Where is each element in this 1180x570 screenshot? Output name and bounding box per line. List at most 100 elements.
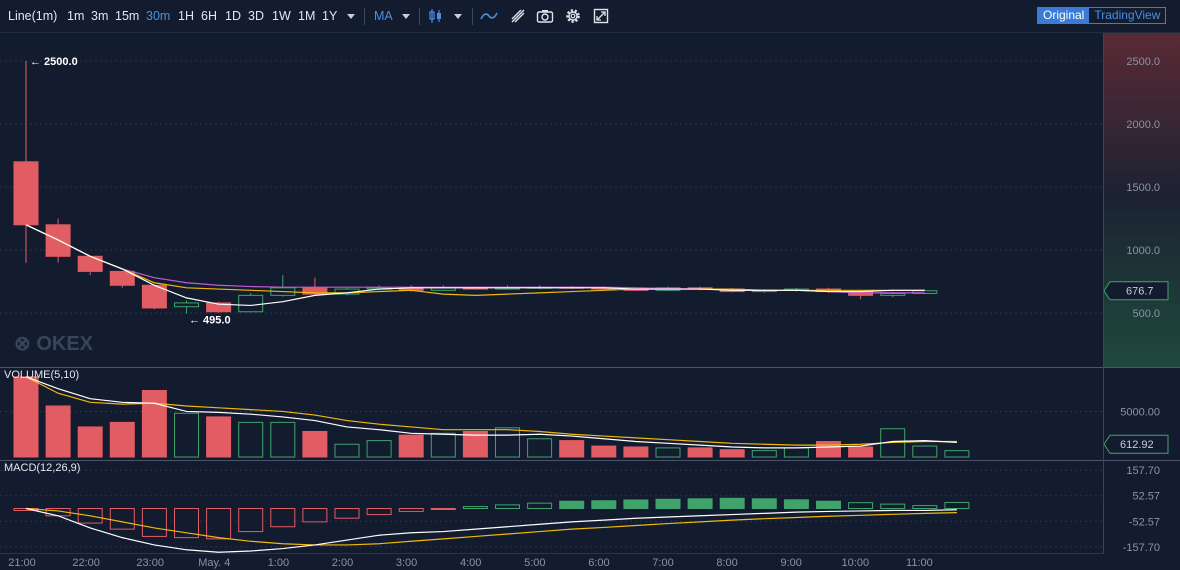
time-tick-label: 2:00 (332, 557, 353, 569)
volume-bar (430, 432, 456, 458)
volume-bar (77, 426, 103, 458)
view-tradingview-button[interactable]: TradingView (1089, 8, 1165, 23)
volume-bar (591, 445, 617, 458)
macd-hist-bar (559, 500, 585, 510)
price-high-label: ← 2500.0 (30, 56, 78, 68)
interval-1month[interactable]: 1M (298, 9, 315, 23)
price-ma-purple-line (25, 224, 925, 294)
macd-hist-bar (687, 498, 713, 509)
volume-bar (751, 450, 777, 458)
volume-bar (141, 389, 167, 458)
price-chart[interactable]: ⊗ OKEX ← 2500.0 ← 495.0 2500.0 2000.0 1500.… (0, 33, 1180, 570)
candle-body (77, 255, 103, 272)
macd-hist-bar (719, 497, 745, 509)
okex-watermark: ⊗ OKEX (14, 333, 94, 355)
time-tick-label: 8:00 (716, 557, 737, 569)
candle-body (238, 294, 264, 313)
macd-hist-bar (816, 500, 841, 510)
volume-bar (495, 427, 520, 458)
camera-icon[interactable] (535, 6, 555, 26)
candle-body (880, 292, 906, 296)
toolbar-divider (364, 8, 365, 25)
macd-hist-bar (783, 499, 809, 509)
macd-hist-bar (880, 503, 906, 509)
indicator-line-icon[interactable] (479, 6, 499, 26)
candle (13, 61, 39, 263)
time-tick-label: 22:00 (72, 557, 100, 569)
interval-30m[interactable]: 30m (146, 9, 170, 23)
interval-15m[interactable]: 15m (115, 9, 139, 23)
view-original-button[interactable]: Original (1038, 8, 1090, 23)
macd-hist-bar (238, 508, 264, 533)
macd-hist-bar (366, 508, 392, 516)
volume-bar (848, 446, 874, 458)
more-intervals-chevron-down-icon[interactable] (347, 14, 355, 19)
candle (206, 301, 232, 313)
volume-pane (13, 376, 970, 458)
macd-hist-bar (462, 506, 488, 509)
interval-3m[interactable]: 3m (91, 9, 108, 23)
chart-toolbar: Line(1m) 1m 3m 15m 30m 1H 6H 1D 3D 1W 1M… (0, 0, 1180, 33)
interval-3d[interactable]: 3D (248, 9, 264, 23)
volume-bar (13, 376, 39, 458)
candle-body (174, 302, 199, 308)
last-volume-label: 612.92 (1120, 439, 1154, 451)
interval-1h[interactable]: 1H (178, 9, 194, 23)
price-tick-label: 2000.0 (1126, 119, 1160, 131)
indicator-ma[interactable]: MA (374, 9, 393, 23)
volume-bar (783, 447, 809, 458)
macd-hist-bar (751, 498, 777, 509)
candles-icon[interactable] (426, 6, 446, 26)
macd-hist-bar (141, 508, 167, 537)
volume-bar (655, 447, 681, 458)
macd-tick-label: 157.70 (1126, 465, 1160, 477)
price-tick-label: 500.0 (1132, 308, 1160, 320)
volume-bar (302, 430, 328, 458)
chart-style-chevron-down-icon[interactable] (454, 14, 462, 19)
macd-indicator-label: MACD(12,26,9) (4, 462, 80, 474)
macd-hist-bar (495, 504, 520, 510)
macd-hist-bar (270, 508, 296, 528)
time-tick-label: 21:00 (8, 557, 36, 569)
indicator-chevron-down-icon[interactable] (402, 14, 410, 19)
volume-bar (527, 438, 553, 458)
macd-hist-bar (912, 505, 938, 510)
interval-1m[interactable]: 1m (67, 9, 84, 23)
time-tick-label: 23:00 (136, 557, 164, 569)
last-price-label: 676.7 (1126, 286, 1154, 298)
time-tick-label: 3:00 (396, 557, 417, 569)
macd-pane (13, 497, 970, 553)
candle (270, 275, 296, 297)
gear-icon[interactable] (563, 6, 583, 26)
volume-bar (238, 421, 264, 458)
volume-bar (944, 450, 970, 458)
time-tick-label: 11:00 (906, 557, 933, 569)
volume-bar (687, 447, 713, 458)
macd-hist-bar (109, 508, 135, 530)
macd-hist-bar (430, 508, 456, 510)
interval-1d[interactable]: 1D (225, 9, 241, 23)
time-tick-label: 6:00 (588, 557, 609, 569)
interval-1w[interactable]: 1W (272, 9, 291, 23)
volume-bar (334, 443, 360, 458)
time-tick-label: 1:00 (268, 557, 289, 569)
fullscreen-icon[interactable] (591, 6, 611, 26)
time-tick-label: 7:00 (652, 557, 673, 569)
macd-hist-bar (623, 499, 649, 509)
macd-hist-bar (302, 508, 328, 523)
volume-bar (45, 405, 71, 458)
candle (174, 300, 199, 314)
time-tick-label: 5:00 (524, 557, 545, 569)
price-tick-label: 1500.0 (1126, 182, 1160, 194)
volume-bar (559, 440, 585, 458)
chart-type-line-1m[interactable]: Line(1m) (8, 9, 57, 23)
draw-icon[interactable] (508, 6, 528, 26)
volume-bar (912, 445, 938, 458)
volume-bar (174, 412, 199, 458)
interval-1y[interactable]: 1Y (322, 9, 337, 23)
volume-bar (206, 416, 232, 458)
candle (238, 292, 264, 313)
candle (109, 270, 135, 288)
toolbar-divider (419, 8, 420, 25)
interval-6h[interactable]: 6H (201, 9, 217, 23)
